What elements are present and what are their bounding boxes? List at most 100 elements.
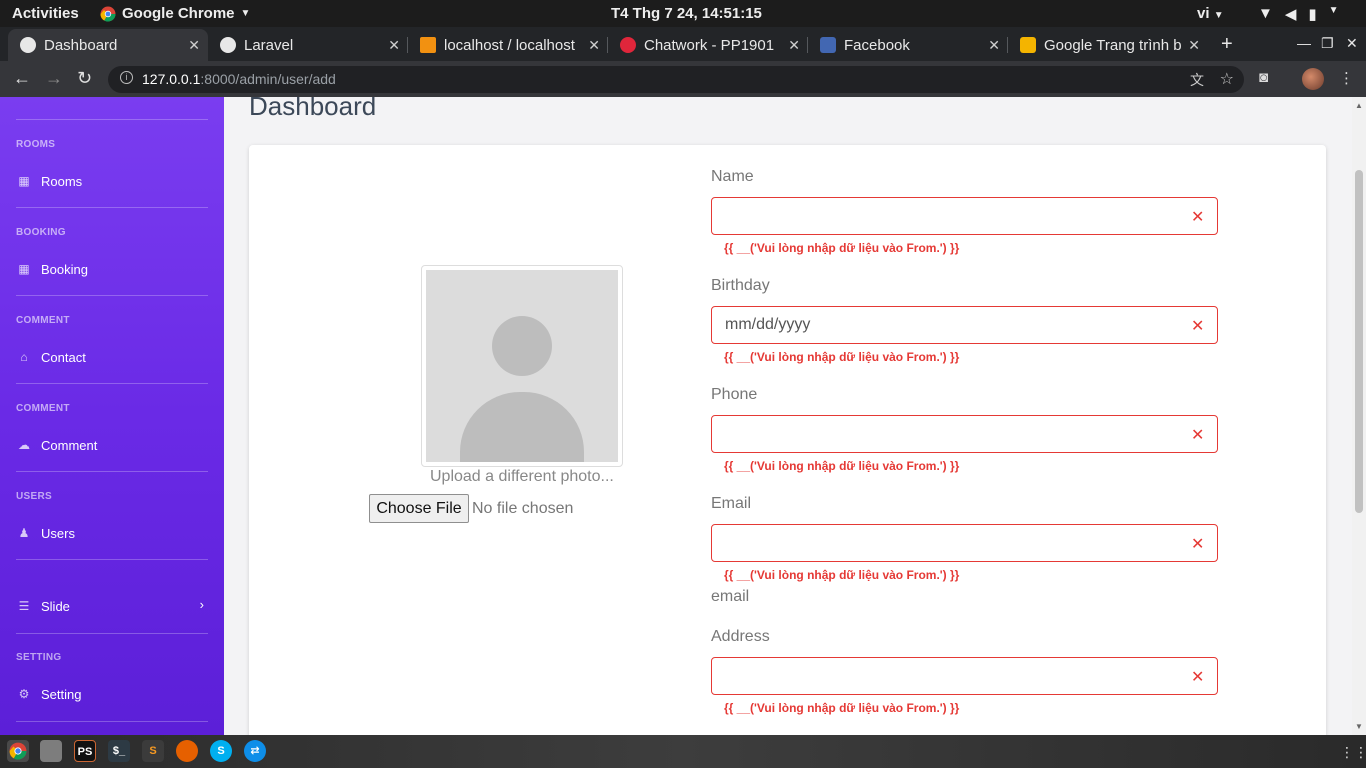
clock[interactable]: T4 Thg 7 24, 14:51:15: [611, 5, 762, 22]
tab-title: Google Trang trình b: [1044, 36, 1182, 54]
error-x-icon: ✕: [1191, 536, 1205, 553]
system-top-bar: Activities Google Chrome ▼ T4 Thg 7 24, …: [0, 0, 1366, 27]
chrome-icon: [100, 6, 116, 22]
close-icon[interactable]: ✕: [1188, 37, 1200, 54]
choose-file-button[interactable]: Choose File: [369, 494, 469, 523]
sublime-icon[interactable]: S: [142, 740, 164, 762]
upload-hint: Upload a different photo...: [430, 468, 614, 485]
sidebar-item-users[interactable]: ♟ Users: [16, 522, 208, 544]
scrollbar-thumb[interactable]: [1355, 170, 1363, 513]
phone-error: {{ __('Vui lòng nhập dữ liệu vào From.')…: [724, 459, 960, 473]
tab-dashboard[interactable]: Dashboard ✕: [8, 29, 208, 61]
error-x-icon: ✕: [1191, 669, 1205, 686]
name-field[interactable]: [711, 197, 1218, 235]
tab-chatwork[interactable]: Chatwork - PP1901 ✕: [608, 29, 808, 61]
close-icon[interactable]: ✕: [988, 37, 1000, 54]
files-icon[interactable]: [40, 740, 62, 762]
tab-phpmyadmin[interactable]: localhost / localhost ✕: [408, 29, 608, 61]
chrome-icon[interactable]: [7, 740, 29, 762]
inbox-icon: ⌂: [20, 350, 28, 364]
globe-icon: [220, 37, 236, 53]
language-indicator[interactable]: vi ▼: [1197, 5, 1224, 22]
close-window-icon[interactable]: ✕: [1346, 35, 1358, 52]
user-placeholder-icon: [426, 270, 618, 462]
scroll-down-icon[interactable]: ▼: [1355, 722, 1363, 731]
close-icon[interactable]: ✕: [788, 37, 800, 54]
sidebar-heading-booking: BOOKING: [16, 227, 66, 238]
app-grid-icon[interactable]: ⋮⋮⋮: [1340, 744, 1366, 761]
app-menu-label: Google Chrome: [122, 5, 235, 22]
sidebar-heading-setting: SETTING: [16, 652, 62, 663]
tab-google-slides[interactable]: Google Trang trình b ✕: [1008, 29, 1208, 61]
minimize-icon[interactable]: —: [1297, 35, 1311, 51]
phpstorm-icon[interactable]: PS: [74, 740, 96, 762]
close-icon[interactable]: ✕: [188, 37, 200, 54]
address-field[interactable]: [711, 657, 1218, 695]
table-icon: ▦: [18, 262, 30, 276]
tab-facebook[interactable]: Facebook ✕: [808, 29, 1008, 61]
system-tray[interactable]: ▼ ◀ ▮ ▼: [1258, 5, 1339, 23]
sidebar-item-contact[interactable]: ⌂ Contact: [16, 346, 208, 368]
taskbar: PS $_ S S ⇄ ⋮⋮⋮: [0, 735, 1366, 768]
chevron-right-icon: ›: [199, 597, 204, 612]
comments-icon: ☁: [18, 438, 30, 452]
skype-icon[interactable]: S: [210, 740, 232, 762]
info-icon[interactable]: i: [120, 71, 133, 84]
activities-button[interactable]: Activities: [12, 5, 79, 22]
chevron-down-icon: ▼: [240, 8, 251, 19]
address-url[interactable]: 127.0.0.1:8000/admin/user/add: [142, 71, 336, 87]
tab-title: Laravel: [244, 36, 294, 54]
app-menu[interactable]: Google Chrome ▼: [100, 5, 250, 22]
teamviewer-icon[interactable]: ⇄: [244, 740, 266, 762]
table-icon: ▦: [18, 174, 30, 188]
url-host: 127.0.0.1: [142, 71, 201, 87]
sidebar-item-label: Booking: [41, 261, 88, 277]
sidebar-item-rooms[interactable]: ▦ Rooms: [16, 170, 208, 192]
restore-icon[interactable]: ❐: [1321, 35, 1334, 52]
new-tab-icon[interactable]: +: [1221, 33, 1233, 56]
no-file-label: No file chosen: [472, 500, 574, 517]
translate-icon[interactable]: 文: [1190, 70, 1204, 90]
back-arrow-icon[interactable]: ←: [13, 68, 31, 89]
user-form-card: Upload a different photo... Choose File …: [249, 145, 1326, 735]
sidebar-item-comment[interactable]: ☁ Comment: [16, 434, 208, 456]
sidebar-heading-comment: COMMENT: [16, 403, 70, 414]
page-scrollbar[interactable]: ▲ ▼: [1352, 97, 1366, 735]
close-icon[interactable]: ✕: [388, 37, 400, 54]
firefox-icon[interactable]: [176, 740, 198, 762]
sidebar-item-setting[interactable]: ⚙ Setting: [16, 683, 208, 705]
sidebar-item-booking[interactable]: ▦ Booking: [16, 258, 208, 280]
sidebar-item-slide[interactable]: ☰ Slide ›: [16, 595, 208, 617]
sidebar-item-label: Contact: [41, 349, 86, 365]
sidebar-heading-rooms: ROOMS: [16, 139, 56, 150]
phone-field[interactable]: [711, 415, 1218, 453]
camera-icon[interactable]: ◙: [1259, 69, 1268, 86]
bookmark-star-icon[interactable]: ☆: [1220, 69, 1234, 89]
terminal-icon[interactable]: $_: [108, 740, 130, 762]
web-page: ROOMS ▦ Rooms BOOKING ▦ Booking COMMENT …: [0, 97, 1352, 735]
reload-icon[interactable]: ↻: [77, 68, 92, 89]
tab-title: localhost / localhost: [444, 36, 575, 54]
browser-toolbar: ← → ↻ i 127.0.0.1:8000/admin/user/add 文 …: [0, 61, 1366, 97]
language-label: vi: [1197, 5, 1210, 22]
globe-icon: [20, 37, 36, 53]
menu-kebab-icon[interactable]: ⋮: [1339, 69, 1354, 87]
chevron-down-icon: ▼: [1213, 10, 1224, 21]
email-label: Email: [711, 495, 752, 512]
tab-strip: Dashboard ✕ Laravel ✕ localhost / localh…: [0, 27, 1366, 61]
tab-laravel[interactable]: Laravel ✕: [208, 29, 408, 61]
birthday-error: {{ __('Vui lòng nhập dữ liệu vào From.')…: [724, 350, 960, 364]
close-icon[interactable]: ✕: [588, 37, 600, 54]
scroll-up-icon[interactable]: ▲: [1355, 101, 1363, 110]
name-label: Name: [711, 168, 754, 185]
email-field[interactable]: [711, 524, 1218, 562]
birthday-label: Birthday: [711, 277, 770, 294]
forward-arrow-icon[interactable]: →: [45, 68, 63, 89]
birthday-field[interactable]: [711, 306, 1218, 344]
profile-avatar[interactable]: [1302, 68, 1324, 90]
address-bar[interactable]: i 127.0.0.1:8000/admin/user/add 文 ☆: [108, 66, 1244, 93]
sidebar-heading-users: USERS: [16, 491, 52, 502]
sidebar-item-label: Users: [41, 525, 75, 541]
chevron-down-icon: ▼: [1328, 5, 1339, 16]
sidebar-item-label: Comment: [41, 437, 98, 453]
